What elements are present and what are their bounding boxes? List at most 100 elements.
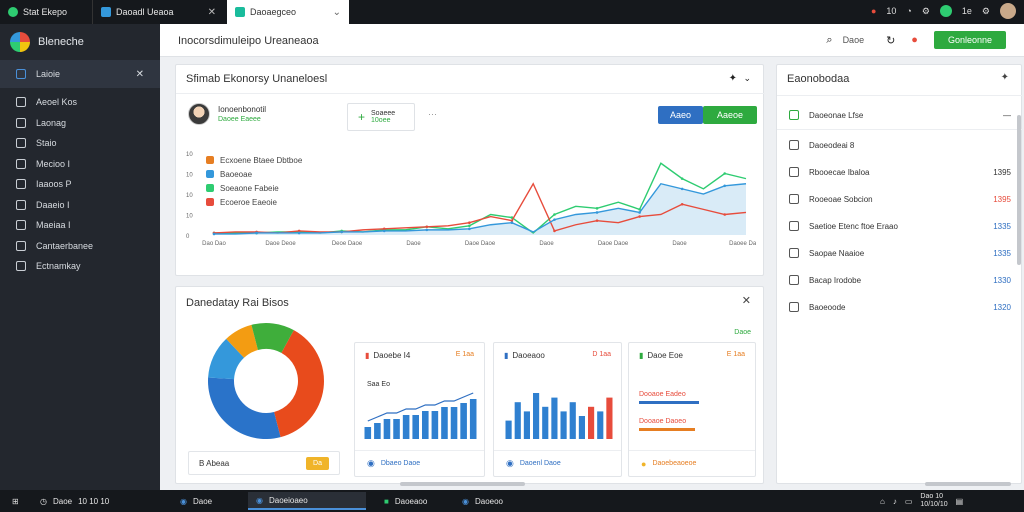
chevron-down-icon[interactable]: ⌄ [743,73,751,84]
primary-action-button[interactable]: Gonleonne [933,31,1006,49]
close-icon[interactable]: ✕ [136,69,144,80]
bar [606,397,613,439]
data-point [510,221,514,224]
search-icon[interactable]: ⌕ [826,34,832,47]
network-icon[interactable]: ⌂ [880,497,885,506]
taskbar-item-label: Daoe [192,496,213,506]
notification-icon[interactable]: ● [871,6,876,16]
taskbar-item-4[interactable]: ◉ Daoeoo [454,492,511,510]
volume-icon[interactable]: ♪ [893,497,897,506]
sidebar-item-label: Staio [36,138,57,149]
panel-list-item[interactable]: Rbooecae Ibaloa 1395 [789,162,1011,182]
donut-slice-1[interactable] [208,377,281,439]
search-label[interactable]: Daoe [843,35,865,45]
taskbar-item-2[interactable]: ◉ Daoeioaeo [248,492,366,510]
more-icon[interactable]: ⋯ [428,109,437,120]
clock-icon: ◷ [40,496,47,506]
horizontal-scrollbar[interactable] [400,482,525,486]
list-item-icon [789,221,799,231]
panel-list-item[interactable]: Saopae Naaioe 1335 [789,243,1011,263]
page-header: Inocorsdimuleipo Ureaneaoa ⌕ Daoe ↻ ● Go… [160,24,1024,57]
data-point [595,211,599,214]
main-area: Inocorsdimuleipo Ureaneaoa ⌕ Daoe ↻ ● Go… [160,24,1024,490]
blue-button[interactable]: Aaeo [658,106,704,124]
sidebar-item-label: Cantaerbanee [36,240,94,251]
pin-icon[interactable]: ✦ [1001,72,1009,83]
panel-list-item[interactable]: Rooeoae Sobcion 1395 [789,189,1011,209]
settings-icon[interactable]: ⚙ [922,6,930,17]
panel-list-item[interactable]: Bacap Irodobe 1330 [789,270,1011,290]
data-point [595,219,599,222]
sidebar-item-8[interactable]: Cantaerbanee [0,236,160,257]
sidebar-item-5[interactable]: Iaaoos P [0,174,160,195]
data-point [297,231,301,235]
avatar[interactable] [188,103,210,125]
list-item-icon [789,248,799,258]
status-icon[interactable] [939,5,952,17]
close-icon[interactable]: ✕ [208,7,216,18]
list-item-icon [789,167,799,177]
panel-select-label: Daoeonae Lfse [809,110,864,120]
metric-box[interactable]: + Soaeee 10oee [347,103,415,131]
browser-tab-2[interactable]: Daoadl Ueaoa ✕ [92,0,224,24]
data-point [553,218,556,221]
alert-icon[interactable]: ● [911,34,918,46]
panel-list-item[interactable]: Saetioe Etenc ftoe Eraao 1335 [789,216,1011,236]
taskbar-item-3[interactable]: ■ Daoeaoo [376,492,435,510]
panel-list-item[interactable]: Baoeoode 1320 [789,297,1011,317]
brand[interactable]: Bleneche [0,24,160,60]
bell-icon[interactable]: ◔ [906,6,911,16]
close-icon[interactable]: ✕ [742,294,751,307]
taskbar-item-1[interactable]: ◉ Daoe [172,492,220,510]
sidebar-item-6[interactable]: Daaeio I [0,195,160,216]
sidebar-item-9[interactable]: Ectnamkay [0,256,160,277]
sidebar-item-label: Daaeio I [36,199,70,210]
footer-button[interactable]: Da [306,456,329,470]
panel-list-item[interactable]: Daoeodeai 8 [789,135,1011,155]
refresh-icon[interactable]: ↻ [886,34,895,47]
right-panel: Eaonobodaa ✦ Daoeonae Lfse — Daoeodeai 8… [776,64,1023,484]
sidebar-item-3[interactable]: Staio [0,133,160,154]
sidebar-item-1[interactable]: Aeoel Kos [0,92,160,113]
battery-icon[interactable]: ▭ [905,497,913,506]
mini-card-footer: ● Daoebeaoeoe [629,450,755,476]
clipboard-icon [16,199,26,210]
card-link[interactable]: Daoe [734,329,751,336]
taskbar-clock-widget[interactable]: ◷ Daoe 10 10 10 [32,492,117,510]
browser-tab-1[interactable]: Stat Ekepo [0,0,92,24]
sidebar-item-7[interactable]: Maeiaa I [0,215,160,236]
mini-card-1[interactable]: ▮ Daoebe I4 E 1aa Saa Eo ◉ Dbaeo Daoe [354,342,485,477]
sidebar-item-4[interactable]: Mecioo I [0,154,160,175]
user-name: Ionoenbonotil [218,105,267,114]
start-button[interactable]: ⊞ [4,492,27,510]
data-point [680,187,684,191]
chevron-down-icon[interactable]: ⌄ [333,7,341,18]
list-item-label: Rbooecae Ibaloa [809,167,870,177]
mini-card-3[interactable]: ▮ Daoe Eoe E 1aa Dooaoe Eadeo Dooaoe Daoe… [628,342,756,477]
green-button[interactable]: Aaeoe [703,106,758,124]
browser-tab-3-active[interactable]: Daoaegceo ⌄ [227,0,349,24]
sidebar-item-label: Laioie [36,69,61,79]
data-point [212,232,216,236]
lock-icon [16,220,26,231]
gear-icon[interactable]: ⚙ [982,6,990,17]
bar [469,399,477,439]
list-item-label: Saopae Naaioe [809,248,865,258]
donut-chart [208,323,324,439]
bar [569,402,576,439]
horizontal-scrollbar-right[interactable] [925,482,1011,486]
avatar[interactable] [1000,3,1016,19]
y-tick-label: 10 [186,193,193,199]
divider [176,93,765,94]
panel-select[interactable]: Daoeonae Lfse — [789,105,1011,125]
pin-icon[interactable]: ✦ [729,73,737,84]
page-title: Inocorsdimuleipo Ureaneaoa [178,35,319,47]
notification-center-icon[interactable]: ▤ [956,497,964,506]
taskbar-item-label: Daoeioaeo [268,495,308,505]
sidebar-item-2[interactable]: Laonag [0,113,160,134]
sidebar-item-0[interactable]: Laioie ✕ [0,60,160,88]
scrollbar[interactable] [1017,115,1021,265]
brand-name: Bleneche [38,36,84,48]
mini-card-2[interactable]: ▮ Daoeaoo D 1aa ◉ Daoenl Daoe [493,342,622,477]
chat-icon [16,240,26,251]
